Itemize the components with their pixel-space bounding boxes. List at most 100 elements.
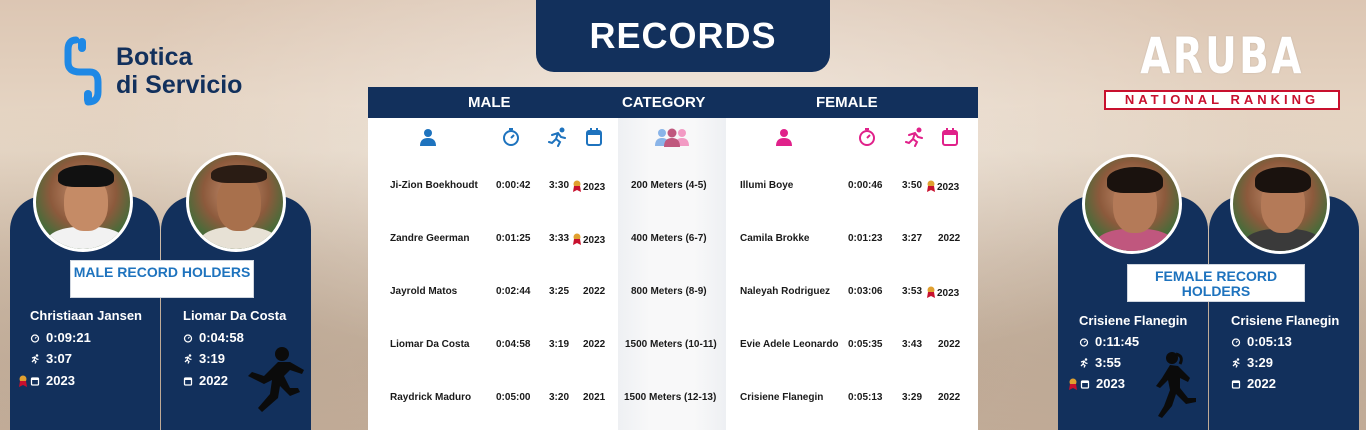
holder-year-value: 2022 <box>199 373 228 388</box>
table-row: Liomar Da Costa 0:04:58 3:19 2022 1500 M… <box>368 336 978 356</box>
medal-icon <box>573 180 581 192</box>
avatar-hair <box>211 165 267 183</box>
holder-time-value: 0:11:45 <box>1095 334 1140 349</box>
female-time: 0:03:06 <box>848 286 883 297</box>
aruba-subtitle: NATIONAL RANKING <box>1104 90 1340 110</box>
avatar-hair <box>1107 167 1163 193</box>
calendar-icon <box>1080 379 1090 389</box>
stopwatch-icon <box>503 128 519 146</box>
category-label: 800 Meters (8-9) <box>631 286 707 297</box>
holder-year-value: 2023 <box>46 373 75 388</box>
holder-year-value: 2023 <box>1096 376 1125 391</box>
male-name: Jayrold Matos <box>390 286 458 297</box>
table-header: MALE CATEGORY FEMALE <box>368 87 978 118</box>
male-year: 2021 <box>583 392 606 403</box>
holder-score-value: 3:29 <box>1247 355 1274 370</box>
female-year-cell: 2023 <box>926 286 959 299</box>
male-name: Liomar Da Costa <box>390 339 470 350</box>
runner-icon <box>184 353 192 364</box>
female-record-holders-label: FEMALE RECORD HOLDERS <box>1127 264 1305 302</box>
male-year: 2023 <box>583 235 606 246</box>
male-time: 0:02:44 <box>496 286 531 297</box>
category-label: 1500 Meters (10-11) <box>625 339 717 350</box>
medal-icon <box>1069 378 1077 390</box>
holder-year: 2023 <box>1068 376 1125 391</box>
header-female: FEMALE <box>816 94 878 111</box>
female-score: 3:53 <box>902 286 923 297</box>
logo-line2: di Servicio <box>116 71 243 99</box>
female-year: 2023 <box>937 182 960 193</box>
avatar <box>186 152 286 252</box>
holder-name: Christiaan Jansen <box>30 308 142 323</box>
person-icon <box>776 129 792 146</box>
header-male: MALE <box>468 94 511 111</box>
category-label: 400 Meters (6-7) <box>631 233 707 244</box>
botica-logo: Botica di Servicio <box>64 36 242 106</box>
female-year: 2023 <box>937 288 960 299</box>
holder-name: Crisiene Flanegin <box>1079 313 1188 328</box>
male-year-cell: 2023 <box>572 180 605 193</box>
person-icon <box>420 129 436 146</box>
holder-time: 0:05:13 <box>1231 334 1292 349</box>
female-name: Camila Brokke <box>740 233 810 244</box>
male-record-holders-label: MALE RECORD HOLDERS <box>70 260 254 298</box>
holder-score: 3:29 <box>1231 355 1273 370</box>
female-year-cell: 2023 <box>926 180 959 193</box>
holder-name: Crisiene Flanegin <box>1231 313 1340 328</box>
category-column <box>618 118 726 430</box>
female-name: Naleyah Rodriguez <box>740 286 831 297</box>
holder-time: 0:09:21 <box>30 330 91 345</box>
holder-time: 0:11:45 <box>1079 334 1139 349</box>
stopwatch-icon <box>1079 337 1089 347</box>
female-year: 2022 <box>938 339 961 350</box>
aruba-title: ARUBA <box>1140 27 1304 85</box>
male-score: 3:25 <box>549 286 570 297</box>
table-row: Zandre Geerman 0:01:25 3:33 2023 400 Met… <box>368 230 978 250</box>
male-time: 0:04:58 <box>496 339 531 350</box>
holder-score-value: 3:07 <box>46 351 73 366</box>
holder-score-value: 3:55 <box>1095 355 1122 370</box>
male-score: 3:19 <box>549 339 570 350</box>
female-name: Illumi Boye <box>740 180 794 191</box>
male-name: Raydrick Maduro <box>390 392 472 403</box>
calendar-icon <box>30 376 40 386</box>
calendar-icon <box>586 128 602 146</box>
male-time: 0:00:42 <box>496 180 531 191</box>
holder-score: 3:19 <box>183 351 225 366</box>
category-label: 1500 Meters (12-13) <box>624 392 717 403</box>
female-score: 3:50 <box>902 180 923 191</box>
male-name: Zandre Geerman <box>390 233 470 244</box>
male-year: 2022 <box>583 339 606 350</box>
female-score: 3:29 <box>902 392 923 403</box>
female-year: 2022 <box>938 392 961 403</box>
female-runner-silhouette <box>1156 352 1196 418</box>
holder-year: 2022 <box>1231 376 1276 391</box>
runner-icon <box>1232 357 1240 368</box>
male-score: 3:20 <box>549 392 570 403</box>
female-time: 0:00:46 <box>848 180 883 191</box>
female-year: 2022 <box>938 233 961 244</box>
logo-line1: Botica <box>116 43 193 71</box>
header-category: CATEGORY <box>622 94 706 111</box>
calendar-icon <box>183 376 193 386</box>
holder-time-value: 0:05:13 <box>1247 334 1292 349</box>
female-score: 3:27 <box>902 233 923 244</box>
runner-icon <box>31 353 39 364</box>
male-runner-silhouette <box>248 347 304 412</box>
avatar <box>1082 154 1182 254</box>
holder-year: 2023 <box>18 373 75 388</box>
male-score: 3:33 <box>549 233 570 244</box>
holder-name: Liomar Da Costa <box>183 308 287 323</box>
male-score: 3:30 <box>549 180 570 191</box>
medal-icon <box>927 180 935 192</box>
holder-year-value: 2022 <box>1247 376 1276 391</box>
medal-icon <box>573 233 581 245</box>
stopwatch-icon <box>183 333 193 343</box>
calendar-icon <box>942 128 958 146</box>
stopwatch-icon <box>1231 337 1241 347</box>
medal-icon <box>927 286 935 298</box>
holder-year: 2022 <box>183 373 228 388</box>
table-row: Ji-Zion Boekhoudt 0:00:42 3:30 2023 200 … <box>368 177 978 197</box>
female-time: 0:05:35 <box>848 339 883 350</box>
avatar-cap <box>58 165 114 187</box>
